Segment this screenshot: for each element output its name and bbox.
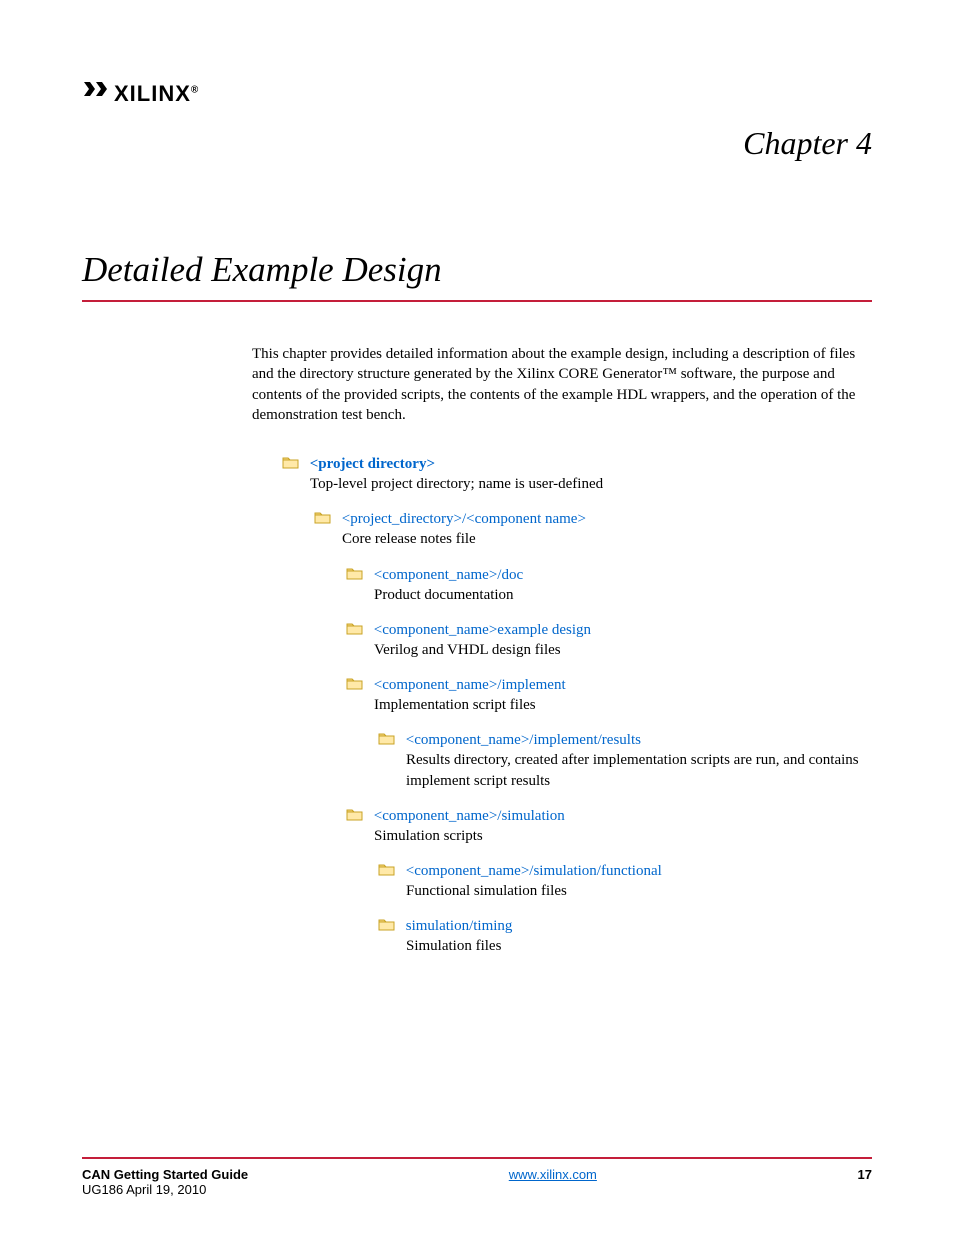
tree-desc: Core release notes file xyxy=(342,529,872,549)
tree-desc: Functional simulation files xyxy=(406,881,872,901)
logo-mark-icon xyxy=(82,80,108,107)
folder-icon xyxy=(346,566,364,585)
tree-item-results: <component_name>/implement/results Resul… xyxy=(378,731,872,791)
tree-link-simulation[interactable]: <component_name>/simulation xyxy=(374,808,565,824)
tree-item-implement: <component_name>/implement Implementatio… xyxy=(346,676,872,715)
tree-link-component[interactable]: <project_directory>/<component name> xyxy=(342,511,586,527)
folder-icon xyxy=(378,862,396,881)
tree-link-functional[interactable]: <component_name>/simulation/functional xyxy=(406,863,662,879)
directory-tree: <project directory> Top-level project di… xyxy=(282,455,872,957)
footer-title: CAN Getting Started Guide xyxy=(82,1167,248,1182)
tree-desc: Simulation scripts xyxy=(374,826,872,846)
folder-icon xyxy=(378,917,396,936)
footer-page-number: 17 xyxy=(858,1167,872,1182)
logo-section: XILINX® xyxy=(82,80,872,107)
footer-left: CAN Getting Started Guide UG186 April 19… xyxy=(82,1167,248,1197)
tree-link-implement[interactable]: <component_name>/implement xyxy=(374,677,566,693)
tree-item-simulation: <component_name>/simulation Simulation s… xyxy=(346,807,872,846)
tree-link-timing[interactable]: simulation/timing xyxy=(406,918,513,934)
tree-desc: Implementation script files xyxy=(374,695,872,715)
folder-icon xyxy=(378,731,396,750)
chapter-title: Detailed Example Design xyxy=(82,250,872,302)
xilinx-logo: XILINX® xyxy=(82,80,872,107)
page-footer: CAN Getting Started Guide UG186 April 19… xyxy=(82,1157,872,1197)
tree-desc: Results directory, created after impleme… xyxy=(406,750,872,791)
tree-link-results[interactable]: <component_name>/implement/results xyxy=(406,732,641,748)
folder-icon xyxy=(346,621,364,640)
folder-icon xyxy=(346,807,364,826)
tree-item-example: <component_name>example design Verilog a… xyxy=(346,621,872,660)
tree-link-doc[interactable]: <component_name>/doc xyxy=(374,566,523,582)
tree-desc: Top-level project directory; name is use… xyxy=(310,474,872,494)
logo-text: XILINX® xyxy=(114,81,199,107)
tree-item-doc: <component_name>/doc Product documentati… xyxy=(346,566,872,605)
chapter-label: Chapter 4 xyxy=(82,125,872,162)
tree-item-component: <project_directory>/<component name> Cor… xyxy=(314,510,872,549)
tree-item-timing: simulation/timing Simulation files xyxy=(378,917,872,956)
folder-icon xyxy=(314,510,332,529)
folder-icon xyxy=(282,455,300,474)
tree-link-root[interactable]: <project directory> xyxy=(310,456,435,472)
tree-desc: Verilog and VHDL design files xyxy=(374,640,872,660)
tree-item-root: <project directory> Top-level project di… xyxy=(282,455,872,494)
tree-item-functional: <component_name>/simulation/functional F… xyxy=(378,862,872,901)
intro-paragraph: This chapter provides detailed informati… xyxy=(252,344,872,425)
tree-link-example[interactable]: <component_name>example design xyxy=(374,622,591,638)
folder-icon xyxy=(346,676,364,695)
tree-desc: Product documentation xyxy=(374,585,872,605)
tree-desc: Simulation files xyxy=(406,936,872,956)
footer-sub: UG186 April 19, 2010 xyxy=(82,1182,248,1197)
footer-url-link[interactable]: www.xilinx.com xyxy=(509,1167,597,1182)
